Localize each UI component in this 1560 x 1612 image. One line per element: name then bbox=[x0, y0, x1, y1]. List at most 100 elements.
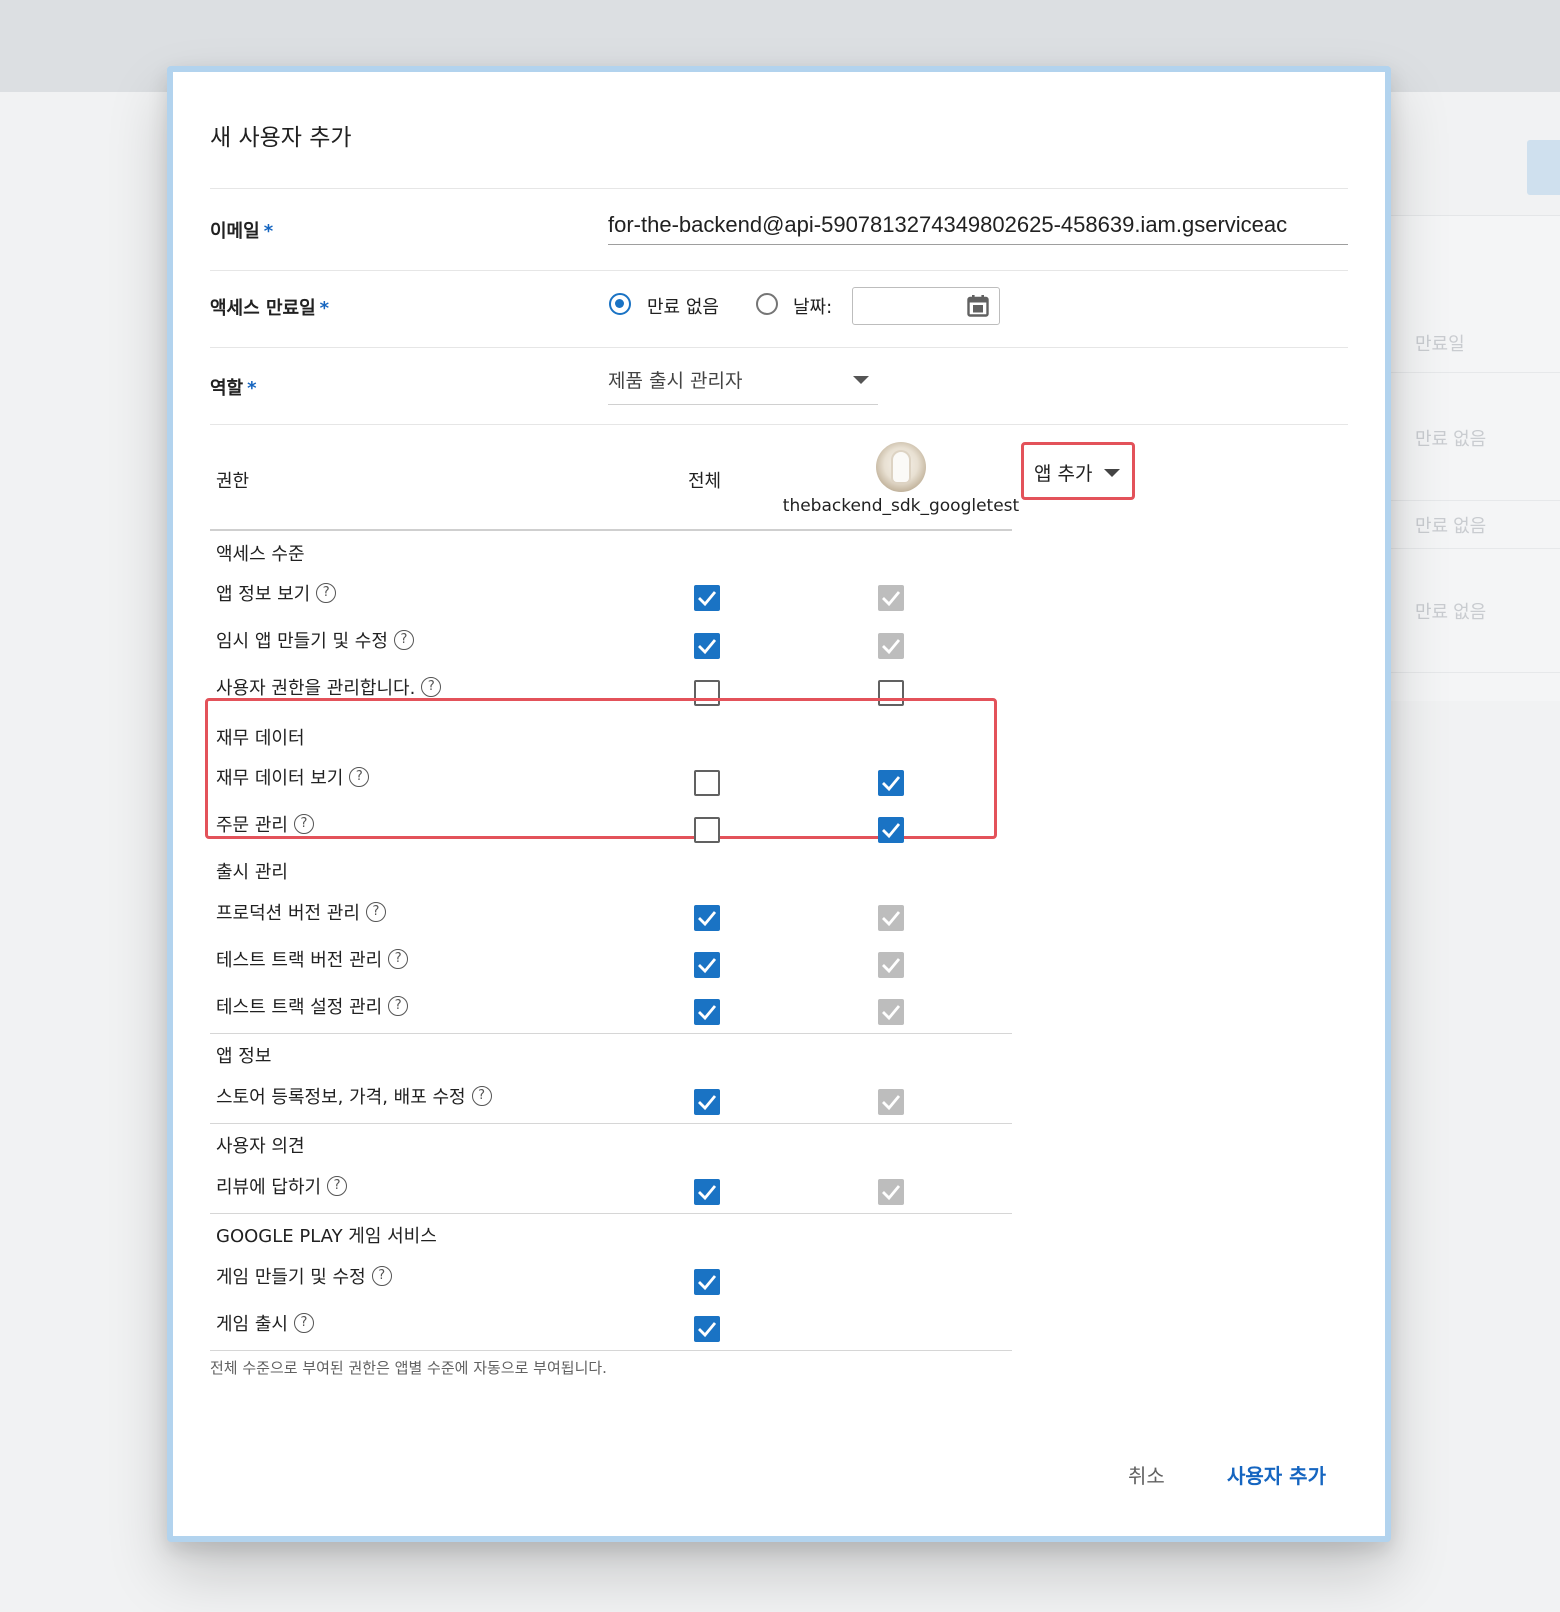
permission-row: 주문 관리? bbox=[216, 811, 314, 841]
section-title: 사용자 의견 bbox=[216, 1136, 305, 1157]
add-user-dialog: 새 사용자 추가 이메일 * for-the-backend@api-590781… bbox=[173, 72, 1385, 1536]
checkbox-app-disabled bbox=[878, 905, 904, 931]
check-icon bbox=[882, 639, 901, 655]
permission-label: 게임 만들기 및 수정 bbox=[216, 1267, 366, 1288]
checkbox-app-disabled bbox=[878, 952, 904, 978]
checkbox-all[interactable] bbox=[694, 1179, 720, 1205]
help-icon[interactable]: ? bbox=[388, 949, 409, 969]
check-icon bbox=[698, 591, 717, 607]
checkbox-all[interactable] bbox=[694, 1089, 720, 1115]
check-icon bbox=[882, 1095, 901, 1111]
add-user-button[interactable]: 사용자 추가 bbox=[1227, 1460, 1326, 1489]
permission-label: 재무 데이터 보기 bbox=[216, 768, 344, 789]
permission-label: 앱 정보 보기 bbox=[216, 584, 311, 605]
section-title: 앱 정보 bbox=[216, 1046, 272, 1067]
checkbox-app[interactable] bbox=[878, 817, 904, 843]
background-row-label: 만료 없음 bbox=[1415, 516, 1487, 536]
checkbox-all[interactable] bbox=[694, 999, 720, 1025]
role-label: 역할 * bbox=[210, 378, 257, 399]
add-app-label: 앱 추가 bbox=[1034, 463, 1093, 485]
background-list-panel bbox=[1387, 215, 1560, 701]
background-row-label: 만료 없음 bbox=[1415, 602, 1487, 622]
divider bbox=[210, 424, 1348, 425]
role-select[interactable]: 제품 출시 관리자 bbox=[608, 362, 878, 405]
permission-row: 프로덕션 버전 관리? bbox=[216, 899, 386, 929]
permission-label: 스토어 등록정보, 가격, 배포 수정 bbox=[216, 1087, 466, 1108]
permission-label: 사용자 권한을 관리합니다. bbox=[216, 678, 416, 699]
help-icon[interactable]: ? bbox=[388, 996, 409, 1016]
checkbox-app-disabled bbox=[878, 999, 904, 1025]
section-divider bbox=[210, 1123, 1012, 1124]
help-icon[interactable]: ? bbox=[393, 630, 414, 650]
all-column-header: 전체 bbox=[688, 471, 722, 492]
no-expiry-radio[interactable] bbox=[609, 293, 631, 315]
background-divider bbox=[1387, 548, 1560, 549]
help-icon[interactable]: ? bbox=[316, 583, 337, 603]
permission-label: 임시 앱 만들기 및 수정 bbox=[216, 631, 388, 652]
calendar-icon[interactable] bbox=[966, 294, 990, 318]
checkbox-all[interactable] bbox=[694, 1316, 720, 1342]
help-icon[interactable]: ? bbox=[293, 814, 314, 834]
checkbox-app-disabled bbox=[878, 1089, 904, 1115]
check-icon bbox=[698, 1095, 717, 1111]
access-expiry-label: 액세스 만료일 * bbox=[210, 298, 330, 319]
permission-row: 게임 출시? bbox=[216, 1310, 314, 1340]
email-field[interactable]: for-the-backend@api-5907813274349802625-… bbox=[608, 212, 1348, 245]
checkbox-all[interactable] bbox=[694, 633, 720, 659]
role-select-value: 제품 출시 관리자 bbox=[608, 370, 743, 392]
check-icon bbox=[882, 958, 901, 974]
divider bbox=[210, 188, 1348, 189]
table-header-divider bbox=[210, 529, 1012, 531]
check-icon bbox=[698, 1322, 717, 1338]
required-mark: * bbox=[319, 298, 330, 319]
checkbox-app[interactable] bbox=[878, 770, 904, 796]
help-icon[interactable]: ? bbox=[421, 677, 442, 697]
background-row-label: 만료일 bbox=[1415, 334, 1465, 354]
section-divider bbox=[210, 1213, 1012, 1214]
dialog-title: 새 사용자 추가 bbox=[210, 125, 352, 151]
no-expiry-label[interactable]: 만료 없음 bbox=[647, 293, 719, 319]
checkbox-all[interactable] bbox=[694, 1269, 720, 1295]
section-divider bbox=[210, 1033, 1012, 1034]
permission-label: 리뷰에 답하기 bbox=[216, 1177, 322, 1198]
checkbox-all[interactable] bbox=[694, 952, 720, 978]
help-icon[interactable]: ? bbox=[365, 902, 386, 922]
permission-row: 리뷰에 답하기? bbox=[216, 1173, 348, 1203]
background-divider bbox=[1387, 372, 1560, 373]
check-icon bbox=[882, 911, 901, 927]
help-icon[interactable]: ? bbox=[349, 767, 370, 787]
section-title: GOOGLE PLAY 게임 서비스 bbox=[216, 1226, 437, 1247]
help-icon[interactable]: ? bbox=[327, 1176, 348, 1196]
check-icon bbox=[882, 1185, 901, 1201]
checkbox-all[interactable] bbox=[694, 817, 720, 843]
checkbox-app-disabled bbox=[878, 585, 904, 611]
checkbox-app-disabled bbox=[878, 633, 904, 659]
divider bbox=[210, 347, 1348, 348]
expiry-date-input[interactable] bbox=[852, 287, 1000, 325]
add-app-dropdown[interactable]: 앱 추가 bbox=[1021, 442, 1135, 500]
checkbox-all[interactable] bbox=[694, 770, 720, 796]
section-divider bbox=[210, 1350, 1012, 1351]
check-icon bbox=[698, 1185, 717, 1201]
section-title: 액세스 수준 bbox=[216, 544, 305, 565]
checkbox-app-disabled bbox=[878, 1179, 904, 1205]
help-icon[interactable]: ? bbox=[471, 1086, 492, 1106]
help-icon[interactable]: ? bbox=[371, 1266, 392, 1286]
required-mark: * bbox=[263, 221, 274, 242]
permissions-footnote: 전체 수준으로 부여된 권한은 앱별 수준에 자동으로 부여됩니다. bbox=[210, 1359, 607, 1377]
background-divider bbox=[1387, 500, 1560, 501]
date-radio[interactable] bbox=[756, 293, 778, 315]
permission-label: 게임 출시 bbox=[216, 1314, 288, 1335]
background-row-label: 만료 없음 bbox=[1415, 429, 1487, 449]
check-icon bbox=[882, 591, 901, 607]
date-option-label[interactable]: 날짜: bbox=[793, 293, 832, 319]
cancel-button[interactable]: 취소 bbox=[1128, 1460, 1165, 1489]
check-icon bbox=[882, 823, 901, 839]
permission-label: 테스트 트랙 버전 관리 bbox=[216, 950, 383, 971]
help-icon[interactable]: ? bbox=[293, 1313, 314, 1333]
permission-row: 앱 정보 보기? bbox=[216, 580, 337, 610]
checkbox-all[interactable] bbox=[694, 905, 720, 931]
checkbox-all[interactable] bbox=[694, 585, 720, 611]
check-icon bbox=[698, 1005, 717, 1021]
permission-row: 테스트 트랙 버전 관리? bbox=[216, 946, 409, 976]
